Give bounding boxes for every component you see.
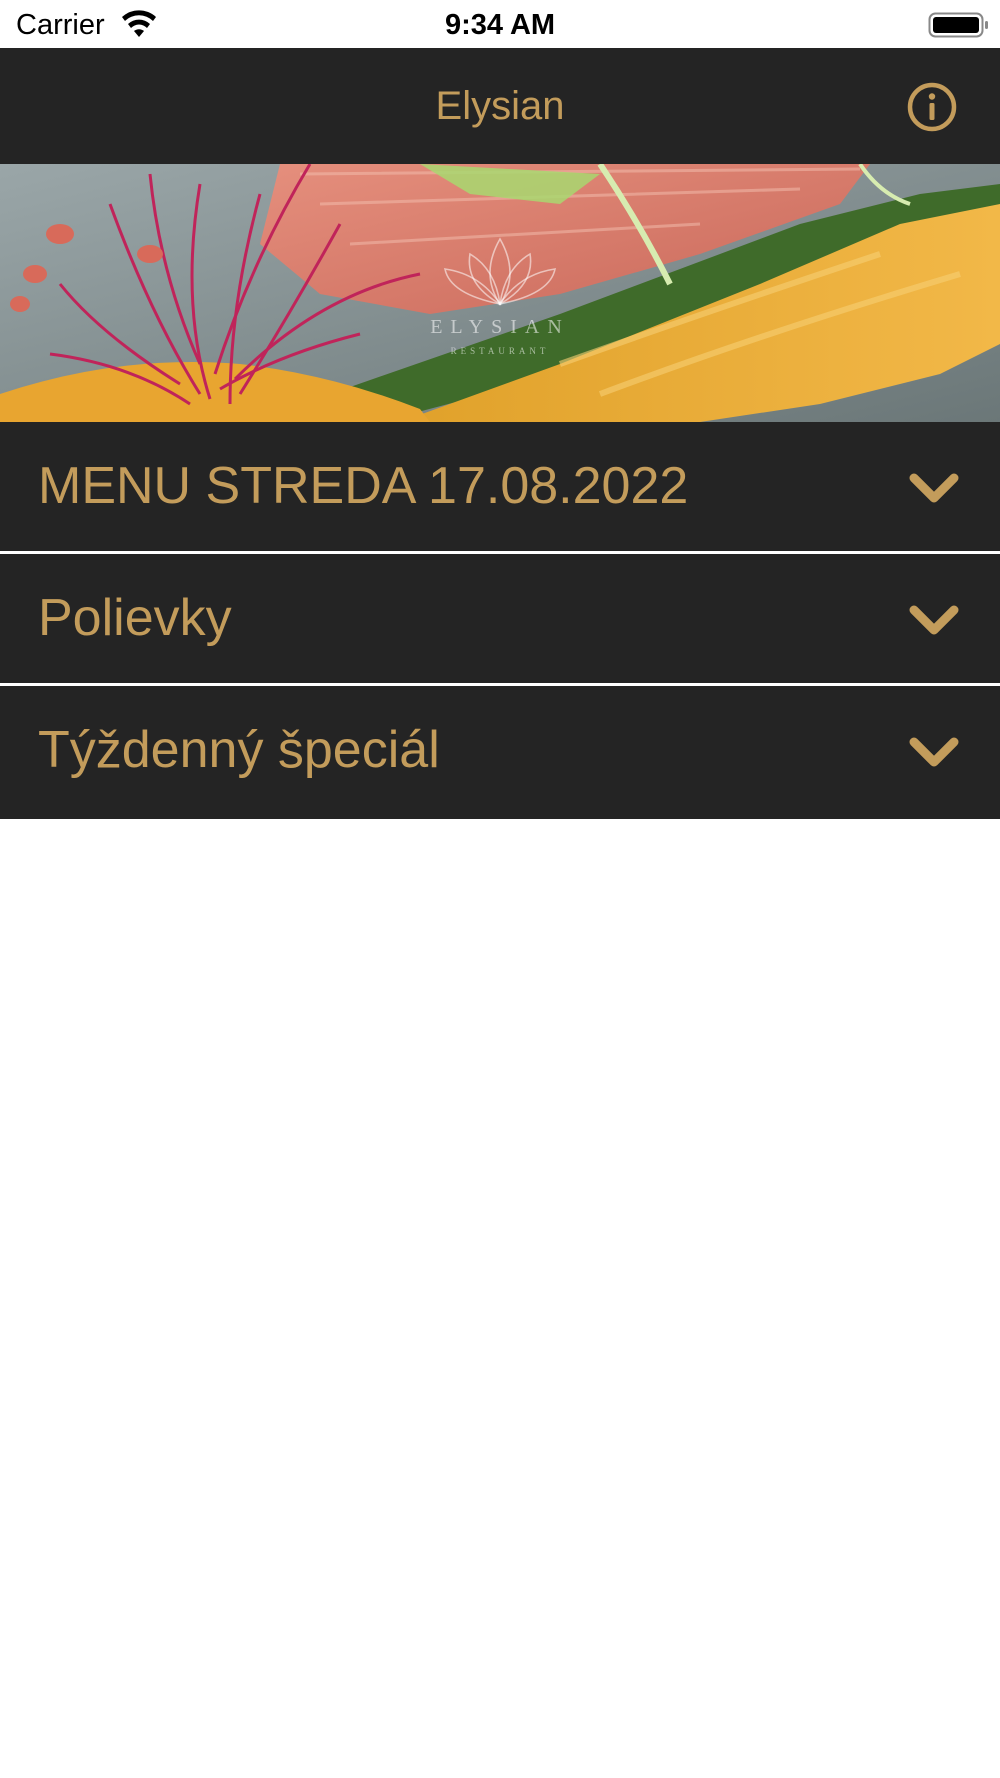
battery-full-icon: [928, 12, 988, 38]
food-photo: [0, 164, 1000, 422]
watermark-name: ELYSIAN: [430, 316, 570, 338]
menu-section-daily-menu[interactable]: MENU STREDA 17.08.2022: [0, 422, 1000, 554]
chevron-down-icon: [909, 737, 959, 767]
chevron-down-icon: [909, 605, 959, 635]
menu-list: MENU STREDA 17.08.2022 Polievky Týždenný…: [0, 422, 1000, 819]
menu-section-soups[interactable]: Polievky: [0, 554, 1000, 686]
chevron-down-icon: [909, 473, 959, 503]
hero-image: ELYSIAN RESTAURANT: [0, 164, 1000, 422]
section-title: MENU STREDA 17.08.2022: [38, 457, 689, 515]
clock-label: 9:34 AM: [444, 9, 556, 41]
navigation-bar: Elysian: [0, 48, 1000, 164]
status-bar: Carrier 9:34 AM: [0, 0, 1000, 48]
nav-title: Elysian: [435, 84, 565, 128]
section-title: Týždenný špeciál: [38, 721, 440, 779]
menu-section-weekly-special[interactable]: Týždenný špeciál: [0, 686, 1000, 819]
watermark-subtitle: RESTAURANT: [450, 346, 550, 356]
section-title: Polievky: [38, 589, 232, 647]
info-circle-icon[interactable]: [907, 82, 957, 132]
